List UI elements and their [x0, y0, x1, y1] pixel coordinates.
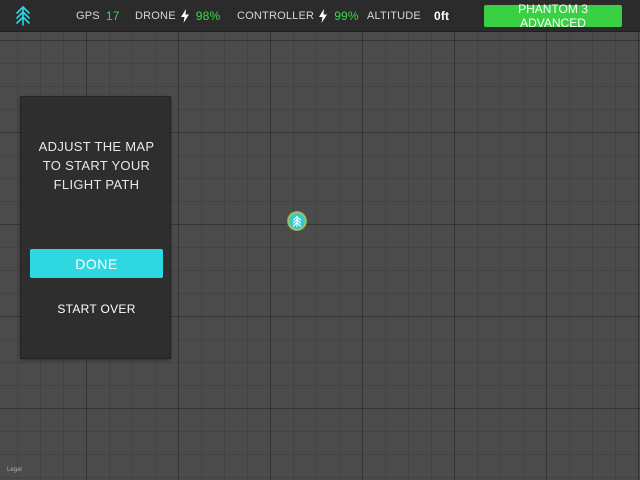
panel-instructions: ADJUST THE MAP TO START YOUR FLIGHT PATH	[21, 137, 172, 194]
drone-battery-status: DRONE 98%	[135, 0, 220, 32]
gps-status: GPS 17	[76, 0, 120, 32]
top-status-bar: GPS 17 DRONE 98% CONTROLLER 99% ALTITUDE…	[0, 0, 640, 32]
drone-battery-value: 98%	[195, 9, 221, 23]
controller-label: CONTROLLER	[237, 10, 315, 22]
drone-label: DRONE	[135, 10, 176, 22]
gps-value: 17	[105, 9, 120, 23]
start-over-button[interactable]: START OVER	[21, 302, 172, 316]
tree-logo-icon[interactable]	[14, 6, 32, 26]
drone-model-button[interactable]: PHANTOM 3 ADVANCED	[484, 2, 622, 30]
controller-battery-value: 99%	[334, 9, 359, 23]
instruction-line: ADJUST THE MAP	[38, 139, 155, 154]
altitude-status: ALTITUDE 0ft	[367, 0, 449, 32]
done-button[interactable]: DONE	[30, 249, 163, 278]
controller-battery-status: CONTROLLER 99%	[237, 0, 359, 32]
tree-location-marker-icon[interactable]	[288, 212, 306, 230]
flight-path-panel: ADJUST THE MAP TO START YOUR FLIGHT PATH…	[20, 96, 171, 359]
legal-link[interactable]: Legal	[7, 467, 22, 473]
lightning-bolt-icon	[319, 9, 328, 23]
gps-label: GPS	[76, 10, 100, 22]
altitude-value: 0ft	[433, 9, 450, 23]
tree-icon	[292, 215, 302, 227]
lightning-bolt-icon	[180, 9, 189, 23]
instruction-line: FLIGHT PATH	[53, 177, 140, 192]
instruction-line: TO START YOUR	[42, 158, 151, 173]
altitude-label: ALTITUDE	[367, 10, 421, 22]
